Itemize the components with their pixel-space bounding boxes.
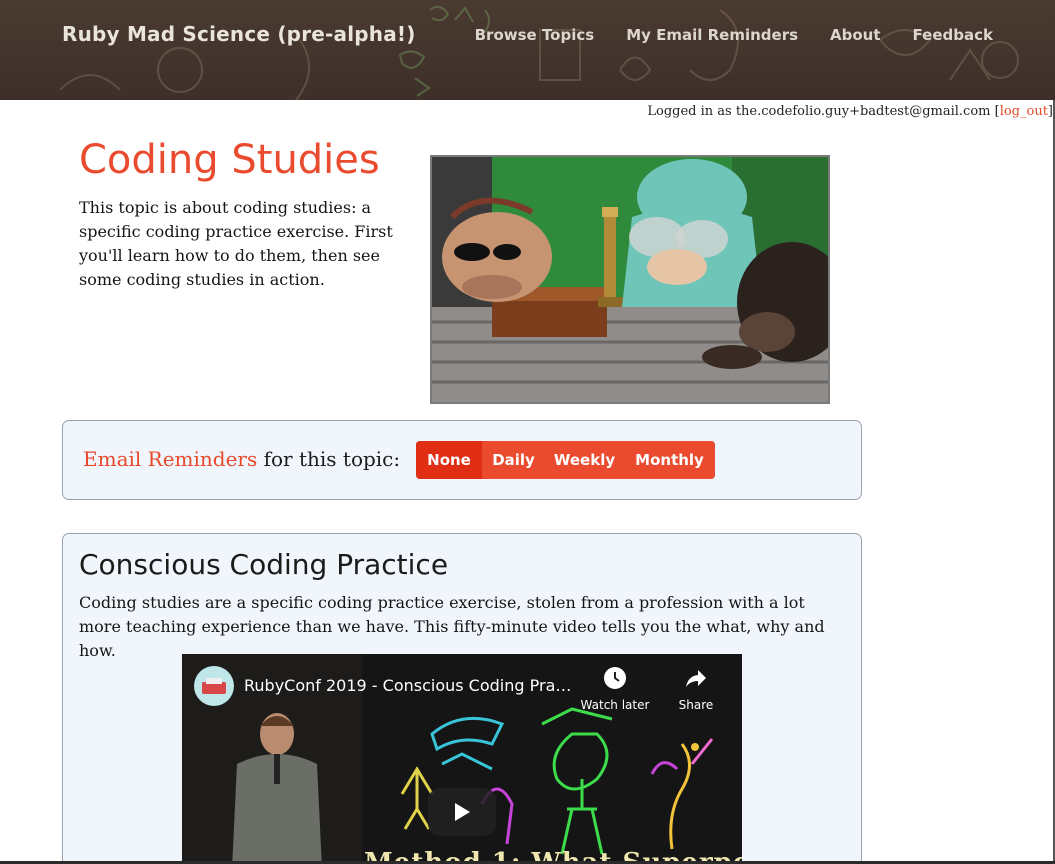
reminder-frequency-group: None Daily Weekly Monthly — [416, 441, 715, 479]
logout-link[interactable]: log_out — [1000, 104, 1048, 119]
clock-icon — [604, 667, 626, 689]
youtube-video-embed[interactable]: RubyConf 2019 - Conscious Coding Practic… — [182, 654, 742, 864]
page-title: Coding Studies — [79, 137, 380, 183]
top-navbar: Ruby Mad Science (pre-alpha!) Browse Top… — [0, 0, 1055, 100]
watch-later-label: Watch later — [580, 698, 650, 712]
email-reminders-suffix: for this topic: — [257, 447, 401, 471]
reminder-daily-button[interactable]: Daily — [482, 441, 545, 479]
share-button[interactable]: Share — [661, 666, 731, 712]
nav-links: Browse Topics My Email Reminders About F… — [475, 26, 993, 44]
play-button[interactable] — [428, 788, 496, 836]
reminder-none-button[interactable]: None — [416, 441, 482, 479]
nav-my-email-reminders[interactable]: My Email Reminders — [626, 26, 798, 44]
share-icon — [686, 670, 706, 687]
conscious-coding-card: Conscious Coding Practice Coding studies… — [62, 533, 862, 864]
play-icon — [455, 803, 470, 821]
channel-avatar[interactable] — [194, 666, 234, 706]
chalkboard-background — [59, 5, 1019, 100]
email-reminders-panel: Email Reminders for this topic: None Dai… — [62, 420, 862, 500]
share-label: Share — [678, 698, 714, 712]
reminder-weekly-button[interactable]: Weekly — [545, 441, 624, 479]
topic-description: This topic is about coding studies: a sp… — [79, 198, 393, 289]
section-text: Coding studies are a specific coding pra… — [79, 593, 825, 660]
site-brand-link[interactable]: Ruby Mad Science (pre-alpha!) — [62, 22, 416, 46]
nav-feedback[interactable]: Feedback — [913, 26, 993, 44]
watch-later-button[interactable]: Watch later — [580, 666, 650, 712]
nav-about[interactable]: About — [830, 26, 881, 44]
topic-photo-puppets — [430, 155, 830, 404]
login-status-text: Logged in as the.codefolio.guy+badtest@g… — [647, 104, 1000, 119]
video-title[interactable]: RubyConf 2019 - Conscious Coding Practic… — [244, 676, 574, 695]
reminder-monthly-button[interactable]: Monthly — [624, 441, 715, 479]
email-reminders-link[interactable]: Email Reminders — [83, 447, 257, 471]
email-reminders-label: Email Reminders for this topic: — [83, 447, 400, 471]
section-title: Conscious Coding Practice — [79, 548, 449, 581]
login-status-suffix: ] — [1047, 104, 1053, 119]
login-status: Logged in as the.codefolio.guy+badtest@g… — [647, 104, 1053, 119]
nav-browse-topics[interactable]: Browse Topics — [475, 26, 595, 44]
